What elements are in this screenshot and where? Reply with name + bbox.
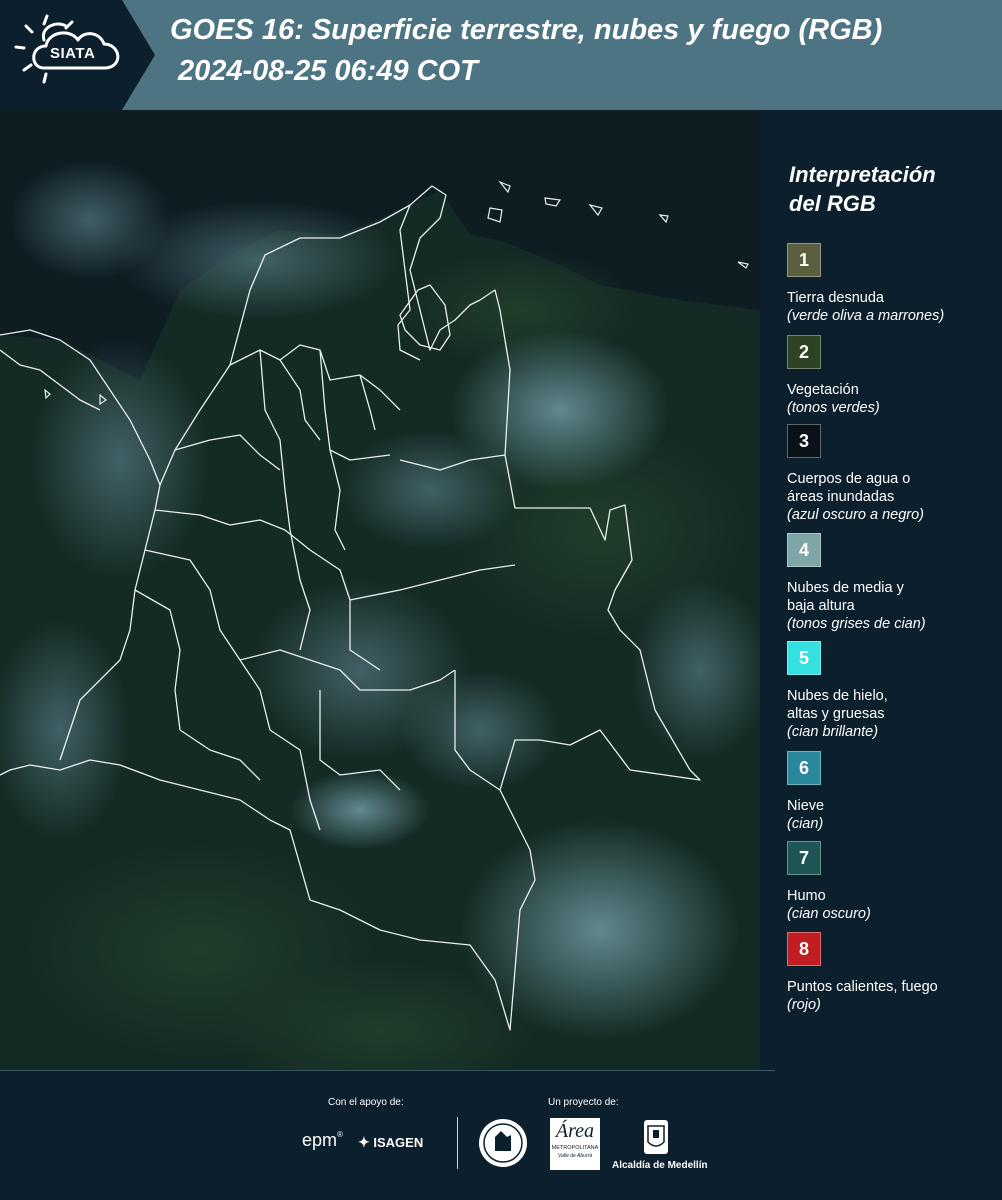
legend-sublabel: (cian) — [787, 816, 824, 832]
legend-item: 1 Tierra desnuda (verde oliva a marrones) — [787, 243, 997, 325]
legend-item: 5 Nubes de hielo, altas y gruesas (cian br… — [787, 641, 997, 741]
isagen-logo: ✦ ISAGEN — [358, 1134, 424, 1150]
siata-logo: SIATA — [0, 0, 155, 110]
legend-label: Humo — [787, 888, 826, 904]
legend-swatch: 3 — [787, 424, 821, 458]
medellin-seal-icon — [477, 1117, 529, 1173]
logo-text: SIATA — [50, 45, 96, 62]
image-datetime: 2024-08-25 06:49 COT — [178, 55, 478, 87]
legend-title: Interpretación del RGB — [789, 162, 936, 216]
legend-label: Nubes de media y baja altura — [787, 580, 904, 614]
alcaldia-crest-icon — [642, 1118, 670, 1160]
legend-sublabel: (cian brillante) — [787, 724, 879, 740]
header-bar: SIATA GOES 16: Superficie terrestre, nub… — [0, 0, 1002, 110]
legend-sublabel: (azul oscuro a negro) — [787, 507, 925, 523]
legend-sublabel: (tonos grises de cian) — [787, 616, 926, 632]
footer-divider — [457, 1117, 458, 1169]
isagen-icon: ✦ — [358, 1134, 370, 1150]
rgb-legend: Interpretación del RGB — [775, 160, 995, 234]
legend-item: 6 Nieve (cian) — [787, 751, 997, 833]
epm-logo: epm® — [302, 1130, 343, 1150]
alcaldia-medellin-logo: Alcaldía de Medellín — [612, 1160, 708, 1171]
legend-sublabel: (verde oliva a marrones) — [787, 308, 945, 324]
legend-swatch: 8 — [787, 932, 821, 966]
legend-label: Tierra desnuda — [787, 290, 884, 306]
legend-sublabel: (tonos verdes) — [787, 400, 880, 416]
legend-swatch: 1 — [787, 243, 821, 277]
legend-label: Vegetación — [787, 382, 859, 398]
legend-item: 8 Puntos calientes, fuego (rojo) — [787, 932, 997, 1014]
legend-item: 4 Nubes de media y baja altura (tonos gris… — [787, 533, 997, 633]
legend-swatch: 5 — [787, 641, 821, 675]
legend-label: Nubes de hielo, altas y gruesas — [787, 688, 888, 722]
legend-swatch: 6 — [787, 751, 821, 785]
project-caption: Un proyecto de: — [548, 1097, 619, 1108]
legend-swatch: 4 — [787, 533, 821, 567]
legend-item: 2 Vegetación (tonos verdes) — [787, 335, 997, 417]
footer-divider-line — [0, 1070, 775, 1071]
legend-label: Puntos calientes, fuego — [787, 979, 938, 995]
legend-sublabel: (rojo) — [787, 997, 821, 1013]
legend-label: Nieve — [787, 798, 825, 814]
legend-swatch: 7 — [787, 841, 821, 875]
satellite-map[interactable] — [0, 110, 760, 1070]
area-metropolitana-logo: Área METROPOLITANA Valle de Aburrá — [550, 1118, 600, 1170]
legend-swatch: 2 — [787, 335, 821, 369]
legend-sublabel: (cian oscuro) — [787, 906, 871, 922]
legend-item: 7 Humo (cian oscuro) — [787, 841, 997, 923]
legend-label: Cuerpos de agua o áreas inundadas — [787, 471, 911, 505]
support-caption: Con el apoyo de: — [328, 1097, 404, 1108]
page-title: GOES 16: Superficie terrestre, nubes y f… — [170, 14, 883, 46]
legend-item: 3 Cuerpos de agua o áreas inundadas (azul … — [787, 424, 997, 524]
